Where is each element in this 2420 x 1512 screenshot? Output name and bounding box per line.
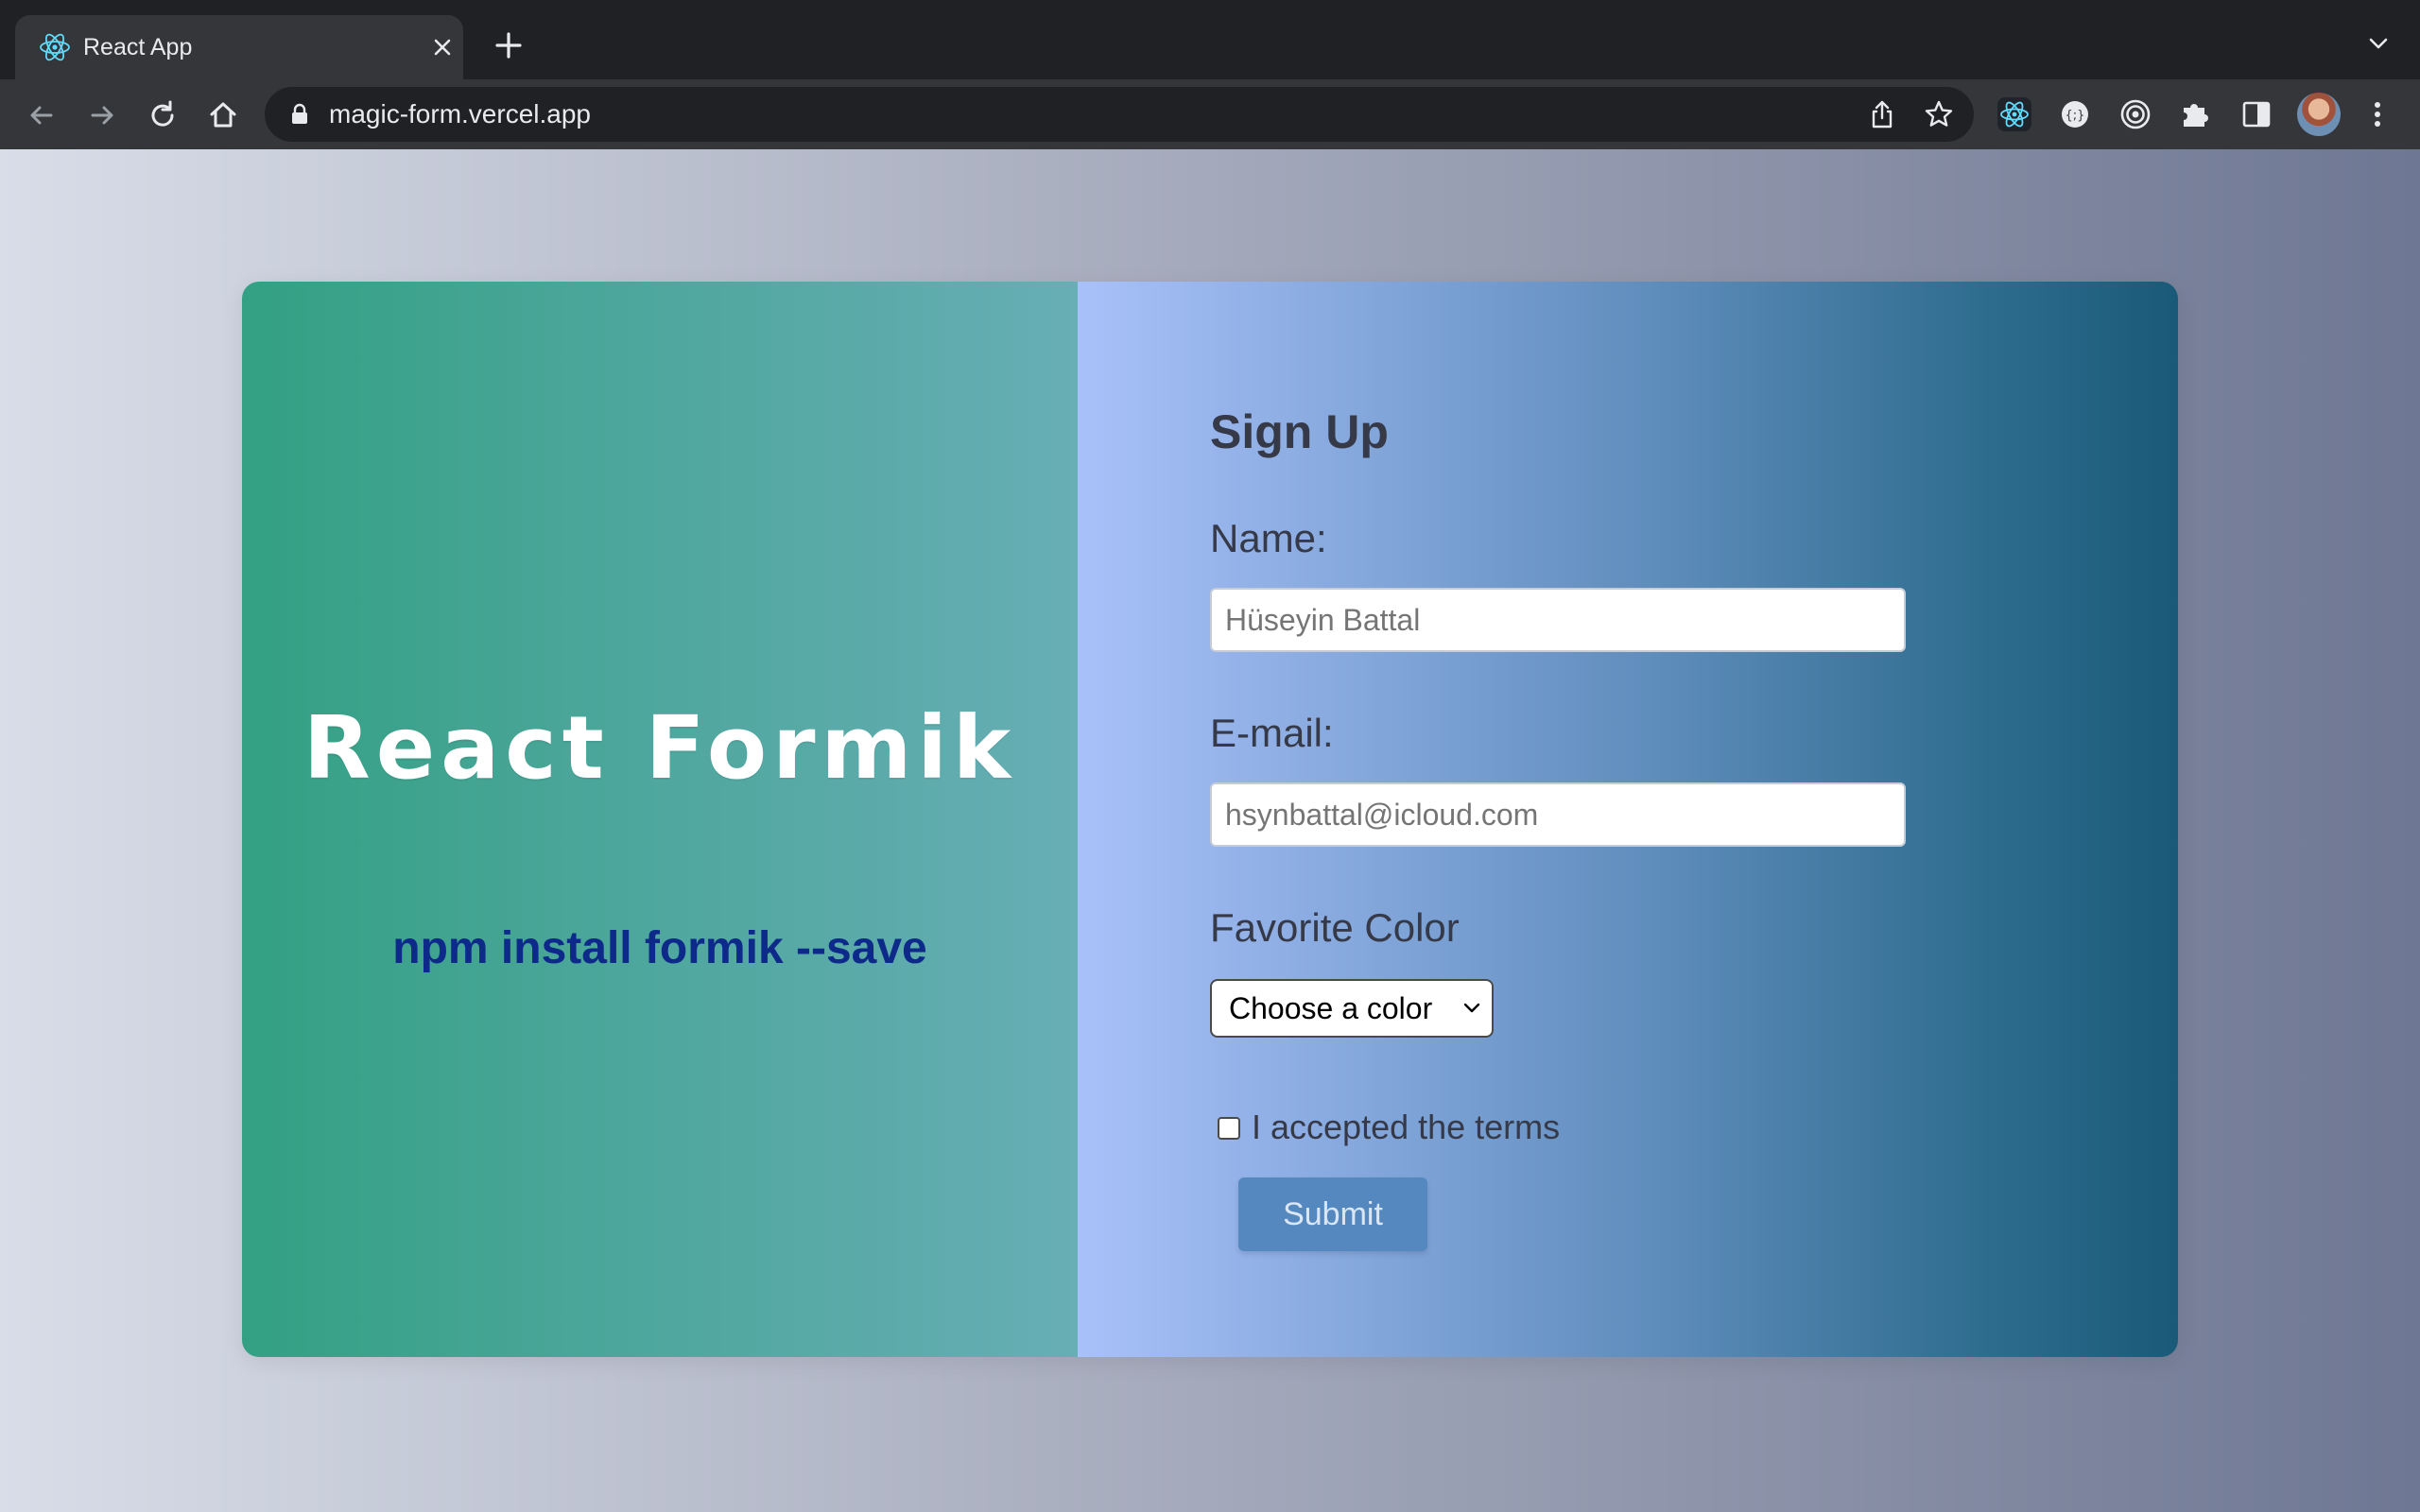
tab-search-chevron-icon[interactable]	[2363, 28, 2394, 59]
home-icon[interactable]	[204, 96, 242, 134]
name-input[interactable]	[1210, 588, 1906, 652]
star-icon[interactable]	[1923, 98, 1955, 130]
browser-toolbar: magic-form.vercel.app {;}	[0, 79, 2420, 149]
form-title: Sign Up	[1210, 405, 1389, 458]
address-bar[interactable]: magic-form.vercel.app	[265, 87, 1974, 142]
favorite-color-label: Favorite Color	[1210, 905, 1460, 950]
hero-panel: React Formik npm install formik --save	[242, 282, 1078, 1357]
color-select-value: Choose a color	[1229, 991, 1433, 1025]
email-input[interactable]	[1210, 782, 1906, 847]
target-icon[interactable]	[2116, 94, 2155, 134]
name-label: Name:	[1210, 516, 1327, 560]
install-command: npm install formik --save	[392, 923, 927, 973]
email-label: E-mail:	[1210, 711, 1334, 755]
color-select[interactable]: Choose a color	[1210, 979, 1494, 1038]
brand-title: React Formik	[302, 697, 1017, 799]
puzzle-icon[interactable]	[2176, 94, 2216, 134]
tab-title: React App	[83, 34, 193, 60]
profile-avatar[interactable]	[2297, 93, 2341, 136]
svg-text:{;}: {;}	[2066, 109, 2085, 123]
form-panel: Sign Up Name: E-mail: Favorite Color Cho…	[1078, 282, 2178, 1357]
close-tab-icon[interactable]	[427, 32, 458, 62]
terms-label[interactable]: I accepted the terms	[1252, 1108, 1560, 1147]
forward-icon[interactable]	[83, 96, 121, 134]
share-icon[interactable]	[1866, 98, 1898, 130]
extension-icon[interactable]: {;}	[2055, 94, 2095, 134]
new-tab-icon[interactable]	[490, 26, 527, 64]
terms-checkbox[interactable]	[1218, 1117, 1240, 1140]
kebab-menu-icon[interactable]	[2358, 94, 2397, 134]
lock-icon[interactable]	[287, 102, 312, 127]
browser-tab[interactable]: React App	[15, 15, 463, 79]
back-icon[interactable]	[23, 96, 60, 134]
browser-tabstrip: React App	[0, 0, 2420, 79]
react-devtools-icon[interactable]	[1995, 94, 2034, 134]
signup-card: React Formik npm install formik --save S…	[242, 282, 2178, 1357]
reload-icon[interactable]	[144, 96, 182, 134]
react-icon	[40, 33, 70, 61]
chevron-down-icon	[1463, 1003, 1480, 1013]
url-text[interactable]: magic-form.vercel.app	[329, 87, 591, 142]
submit-button[interactable]: Submit	[1238, 1177, 1427, 1251]
page-viewport: React Formik npm install formik --save S…	[0, 149, 2420, 1512]
side-panel-icon[interactable]	[2237, 94, 2276, 134]
